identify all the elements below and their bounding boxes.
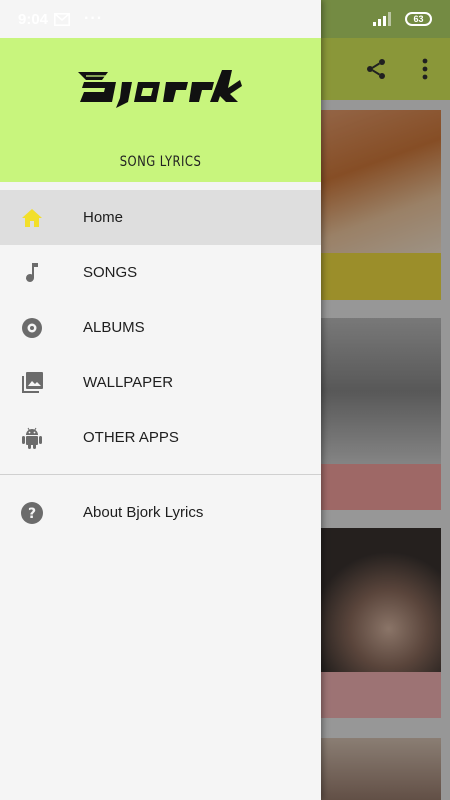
drawer-header: SONG LYRICS — [0, 38, 321, 182]
menu-item-wallpaper[interactable]: WALLPAPER — [0, 355, 321, 410]
signal-icon — [373, 12, 391, 26]
menu-item-label: ALBUMS — [83, 319, 145, 336]
album-disc-icon — [20, 316, 44, 340]
drawer-menu: Home SONGS ALBUMS WALLPAPER OTHER APPS ?… — [0, 190, 321, 540]
svg-text:?: ? — [28, 506, 36, 522]
header-subtitle: SONG LYRICS — [119, 154, 202, 170]
help-icon: ? — [20, 501, 44, 525]
menu-item-about[interactable]: ? About Bjork Lyrics — [0, 485, 321, 540]
menu-item-songs[interactable]: SONGS — [0, 245, 321, 300]
header-divider-strip — [0, 182, 321, 190]
menu-item-label: SONGS — [83, 264, 138, 281]
gallery-icon — [20, 371, 44, 395]
menu-item-label: About Bjork Lyrics — [83, 504, 204, 521]
menu-divider — [0, 474, 321, 475]
menu-item-home[interactable]: Home — [0, 190, 321, 245]
status-bar: 9:04 ··· 63 — [0, 0, 450, 38]
menu-item-label: Home — [83, 209, 124, 226]
menu-item-label: WALLPAPER — [83, 374, 174, 391]
menu-item-albums[interactable]: ALBUMS — [0, 300, 321, 355]
menu-item-label: OTHER APPS — [83, 429, 179, 446]
status-overflow-dots: ··· — [84, 10, 104, 27]
bjork-logo — [76, 66, 244, 108]
home-icon — [20, 206, 44, 230]
music-note-icon — [20, 261, 44, 285]
android-icon — [20, 426, 44, 450]
navigation-drawer: SONG LYRICS Home SONGS ALBUMS WALLPAPER — [0, 0, 321, 800]
status-time: 9:04 — [18, 10, 49, 28]
menu-item-other-apps[interactable]: OTHER APPS — [0, 410, 321, 465]
gmail-icon — [54, 12, 71, 26]
battery-indicator: 63 — [405, 12, 432, 26]
